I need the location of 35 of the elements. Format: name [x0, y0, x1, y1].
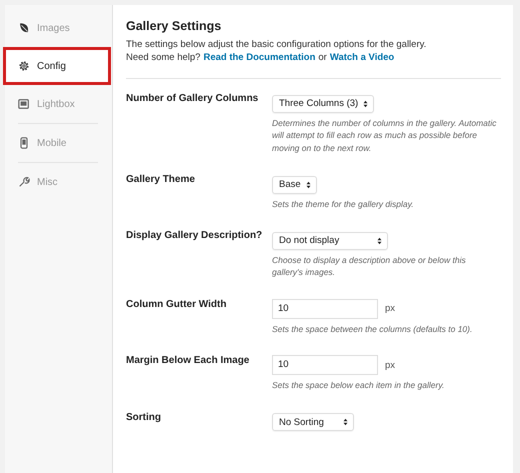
updown-icon [377, 236, 382, 244]
section-title: Gallery Settings [126, 19, 222, 33]
sidebar-tab[interactable]: Config [3, 47, 111, 85]
setting-label: Column Gutter Width [126, 298, 228, 312]
help-text: Sets the theme for the gallery display. [272, 198, 415, 210]
help-text: Need some help? [126, 51, 200, 64]
help-text: Determines the number of columns in the gallery. Automatic will attempt to fill each row as much as possible before moving on to the next row. [272, 116, 497, 154]
number-field[interactable]: 10 [272, 298, 378, 318]
select-dropdown[interactable]: Do not display [272, 232, 388, 250]
unit-text: px [385, 360, 396, 370]
setting-label: Display Gallery Description? [126, 230, 264, 243]
description-text: The settings below adjust the basic configuration options for the gallery. [126, 38, 428, 51]
updown-icon [343, 418, 348, 426]
help-text: Choose to display a description above or below this gallery's images. [272, 254, 467, 278]
help-text: Sets the space between the columns (defaults to 10). [272, 322, 474, 335]
video-link[interactable]: Watch a Video [330, 51, 394, 64]
unit-text: px [385, 303, 396, 314]
leaf-icon [18, 22, 30, 34]
setting-label: Number of Gallery Columns [126, 93, 260, 106]
lightbox-icon [18, 98, 30, 110]
setting-label: Margin Below Each Image [126, 355, 250, 368]
updown-icon [363, 100, 368, 108]
or-text: or [318, 51, 327, 64]
updown-icon [306, 180, 311, 188]
wrench-icon [18, 176, 30, 188]
setting-label: Sorting [126, 412, 162, 424]
setting-label: Gallery Theme [126, 174, 196, 187]
select-dropdown[interactable]: Three Columns (3) [272, 94, 374, 112]
number-field[interactable]: 10 [272, 355, 378, 375]
gear-icon [18, 60, 30, 72]
documentation-link[interactable]: Read the Documentation [203, 51, 316, 64]
select-dropdown[interactable]: Base [272, 176, 317, 194]
phone-icon [18, 137, 30, 149]
select-dropdown[interactable]: No Sorting [272, 413, 354, 431]
help-text: Sets the space below each item in the gallery. [272, 379, 446, 392]
